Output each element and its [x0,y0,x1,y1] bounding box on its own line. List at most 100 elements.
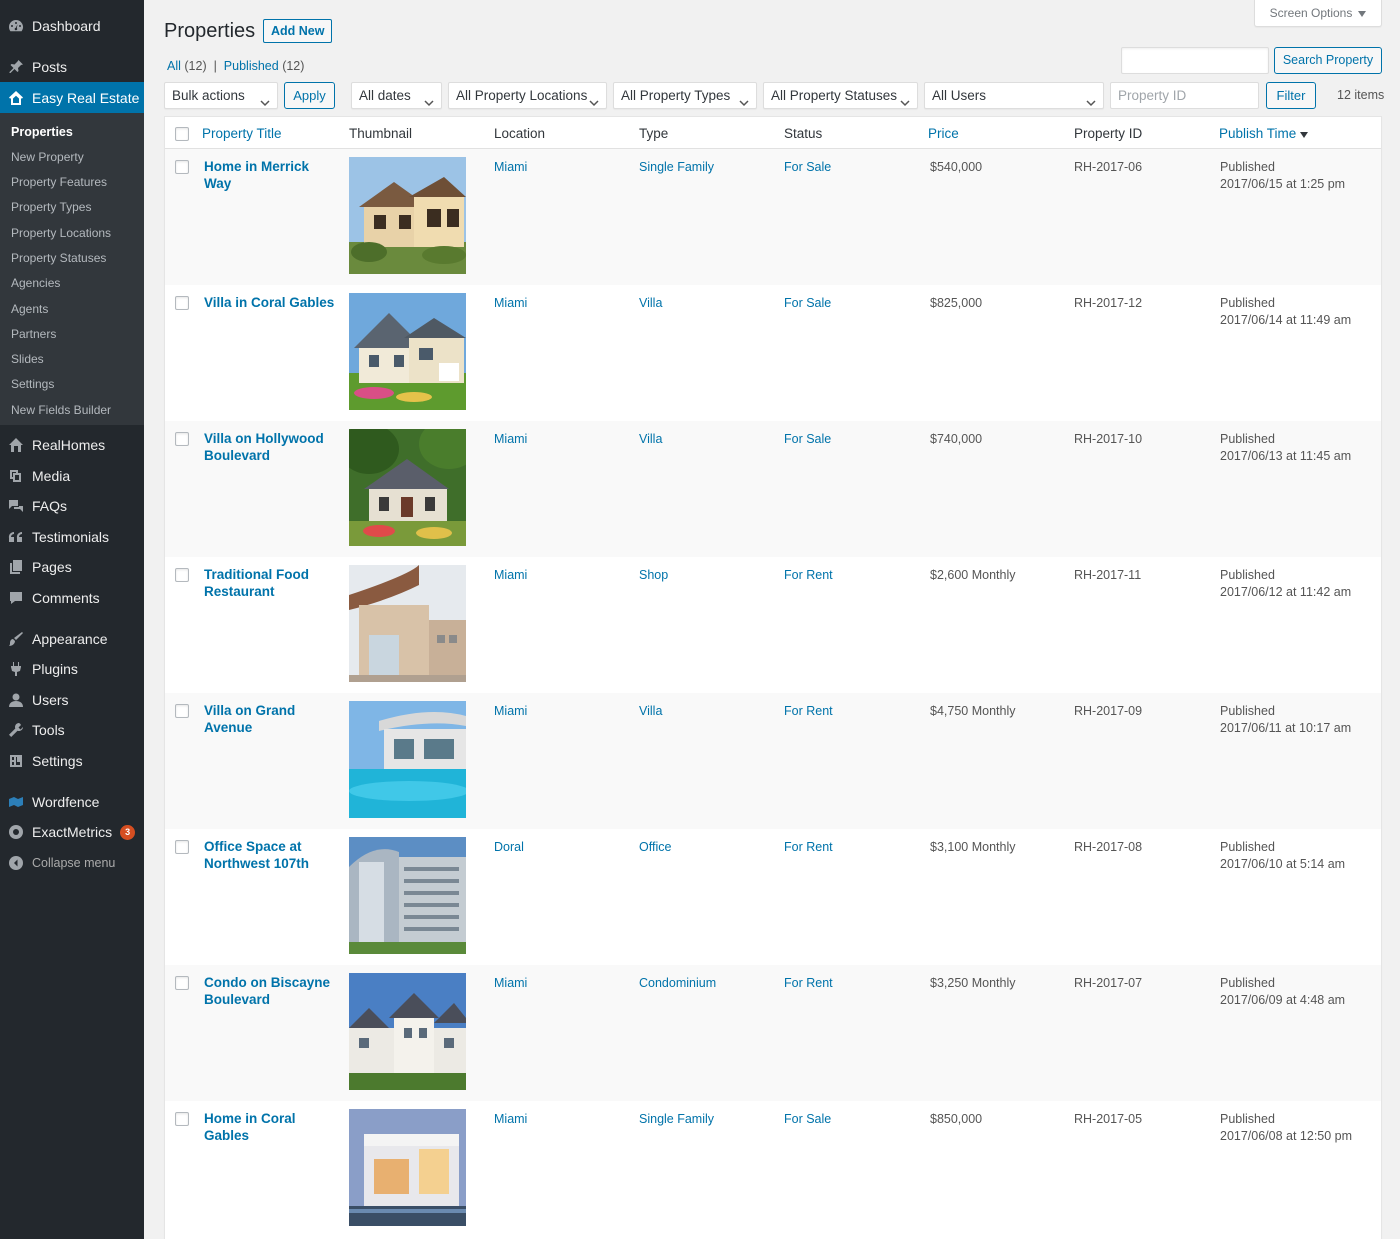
collapse-menu-button[interactable]: Collapse menu [0,848,144,878]
property-thumbnail[interactable] [349,837,466,954]
filter-button[interactable]: Filter [1266,82,1316,109]
property-thumbnail[interactable] [349,973,466,1090]
status-link[interactable]: For Sale [784,295,831,312]
column-publish-time[interactable]: Publish Time [1219,126,1309,141]
location-link[interactable]: Miami [494,975,527,992]
row-checkbox[interactable] [175,432,189,446]
location-link[interactable]: Miami [494,295,527,312]
type-link[interactable]: Office [639,839,671,856]
property-thumbnail[interactable] [349,701,466,818]
status-link[interactable]: For Sale [784,159,831,176]
chevron-down-icon [900,91,910,107]
submenu-property-locations[interactable]: Property Locations [11,224,111,242]
property-title-link[interactable]: Villa on Grand Avenue [204,702,339,736]
property-title-link[interactable]: Home in Merrick Way [204,158,339,192]
property-thumbnail[interactable] [349,1109,466,1226]
screen-options-button[interactable]: Screen Options [1254,0,1382,27]
status-link[interactable]: For Rent [784,839,833,856]
search-property-button[interactable]: Search Property [1274,47,1382,74]
menu-posts[interactable]: Posts [0,52,144,82]
submenu-property-statuses[interactable]: Property Statuses [11,249,106,267]
menu-testimonials-label: Testimonials [32,529,110,545]
status-link[interactable]: For Sale [784,1111,831,1128]
submenu-new-property[interactable]: New Property [11,148,84,166]
type-link[interactable]: Single Family [639,159,714,176]
menu-plugins[interactable]: Plugins [0,654,144,684]
menu-users[interactable]: Users [0,685,144,715]
menu-settings[interactable]: Settings [0,746,144,776]
submenu-agents[interactable]: Agents [11,300,48,318]
submenu-partners[interactable]: Partners [11,325,56,343]
status-link[interactable]: For Rent [784,975,833,992]
submenu-properties[interactable]: Properties [11,123,73,141]
property-title-link[interactable]: Traditional Food Restaurant [204,566,339,600]
location-link[interactable]: Miami [494,567,527,584]
row-checkbox[interactable] [175,296,189,310]
add-new-button[interactable]: Add New [263,19,333,43]
dates-select[interactable]: All dates [351,82,442,109]
submenu-property-features[interactable]: Property Features [11,173,107,191]
menu-tools[interactable]: Tools [0,715,144,745]
menu-wordfence[interactable]: Wordfence [0,787,144,817]
type-link[interactable]: Condominium [639,975,716,992]
property-thumbnail[interactable] [349,157,466,274]
select-all-checkbox[interactable] [175,127,189,141]
location-link[interactable]: Doral [494,839,524,856]
property-id: RH-2017-07 [1074,976,1143,990]
property-thumbnail[interactable] [349,293,466,410]
location-link[interactable]: Miami [494,703,527,720]
property-title-link[interactable]: Villa in Coral Gables [204,294,339,311]
menu-dashboard[interactable]: Dashboard [0,11,144,41]
price: $825,000 [930,296,983,310]
submenu-agencies[interactable]: Agencies [11,274,60,292]
column-property-title[interactable]: Property Title [202,126,282,141]
menu-appearance[interactable]: Appearance [0,624,144,654]
filter-published-link[interactable]: Published [224,59,279,73]
type-link[interactable]: Villa [639,703,662,720]
property-title-link[interactable]: Villa on Hollywood Boulevard [204,430,339,464]
filter-all-link[interactable]: All [167,59,181,73]
search-input[interactable] [1121,47,1269,74]
type-link[interactable]: Villa [639,295,662,312]
property-title-link[interactable]: Office Space at Northwest 107th [204,838,339,872]
location-link[interactable]: Miami [494,159,527,176]
type-link[interactable]: Shop [639,567,668,584]
location-link[interactable]: Miami [494,431,527,448]
apply-button[interactable]: Apply [284,82,335,109]
row-checkbox[interactable] [175,568,189,582]
status-link[interactable]: For Rent [784,567,833,584]
menu-media[interactable]: Media [0,461,144,491]
property-title-link[interactable]: Condo on Biscayne Boulevard [204,974,339,1008]
status-link[interactable]: For Rent [784,703,833,720]
menu-exactmetrics[interactable]: ExactMetrics 3 [0,817,144,847]
menu-testimonials[interactable]: Testimonials [0,522,144,552]
locations-select[interactable]: All Property Locations [448,82,607,109]
row-checkbox[interactable] [175,840,189,854]
row-checkbox[interactable] [175,704,189,718]
property-id-input[interactable]: Property ID [1110,82,1259,109]
types-select[interactable]: All Property Types [613,82,757,109]
type-link[interactable]: Single Family [639,1111,714,1128]
menu-comments[interactable]: Comments [0,583,144,613]
location-link[interactable]: Miami [494,1111,527,1128]
submenu-property-types[interactable]: Property Types [11,198,91,216]
type-link[interactable]: Villa [639,431,662,448]
property-thumbnail[interactable] [349,565,466,682]
submenu-settings[interactable]: Settings [11,375,54,393]
submenu-slides[interactable]: Slides [11,350,44,368]
submenu-new-fields-builder[interactable]: New Fields Builder [11,401,111,419]
property-title-link[interactable]: Home in Coral Gables [204,1110,339,1144]
column-price[interactable]: Price [928,126,959,141]
status-link[interactable]: For Sale [784,431,831,448]
statuses-select[interactable]: All Property Statuses [763,82,918,109]
bulk-actions-select[interactable]: Bulk actions [164,82,278,109]
row-checkbox[interactable] [175,160,189,174]
row-checkbox[interactable] [175,1112,189,1126]
menu-faqs[interactable]: FAQs [0,491,144,521]
property-thumbnail[interactable] [349,429,466,546]
menu-pages[interactable]: Pages [0,552,144,582]
users-select[interactable]: All Users [924,82,1104,109]
menu-realhomes[interactable]: RealHomes [0,430,144,460]
menu-easy-real-estate[interactable]: Easy Real Estate [0,82,144,113]
row-checkbox[interactable] [175,976,189,990]
